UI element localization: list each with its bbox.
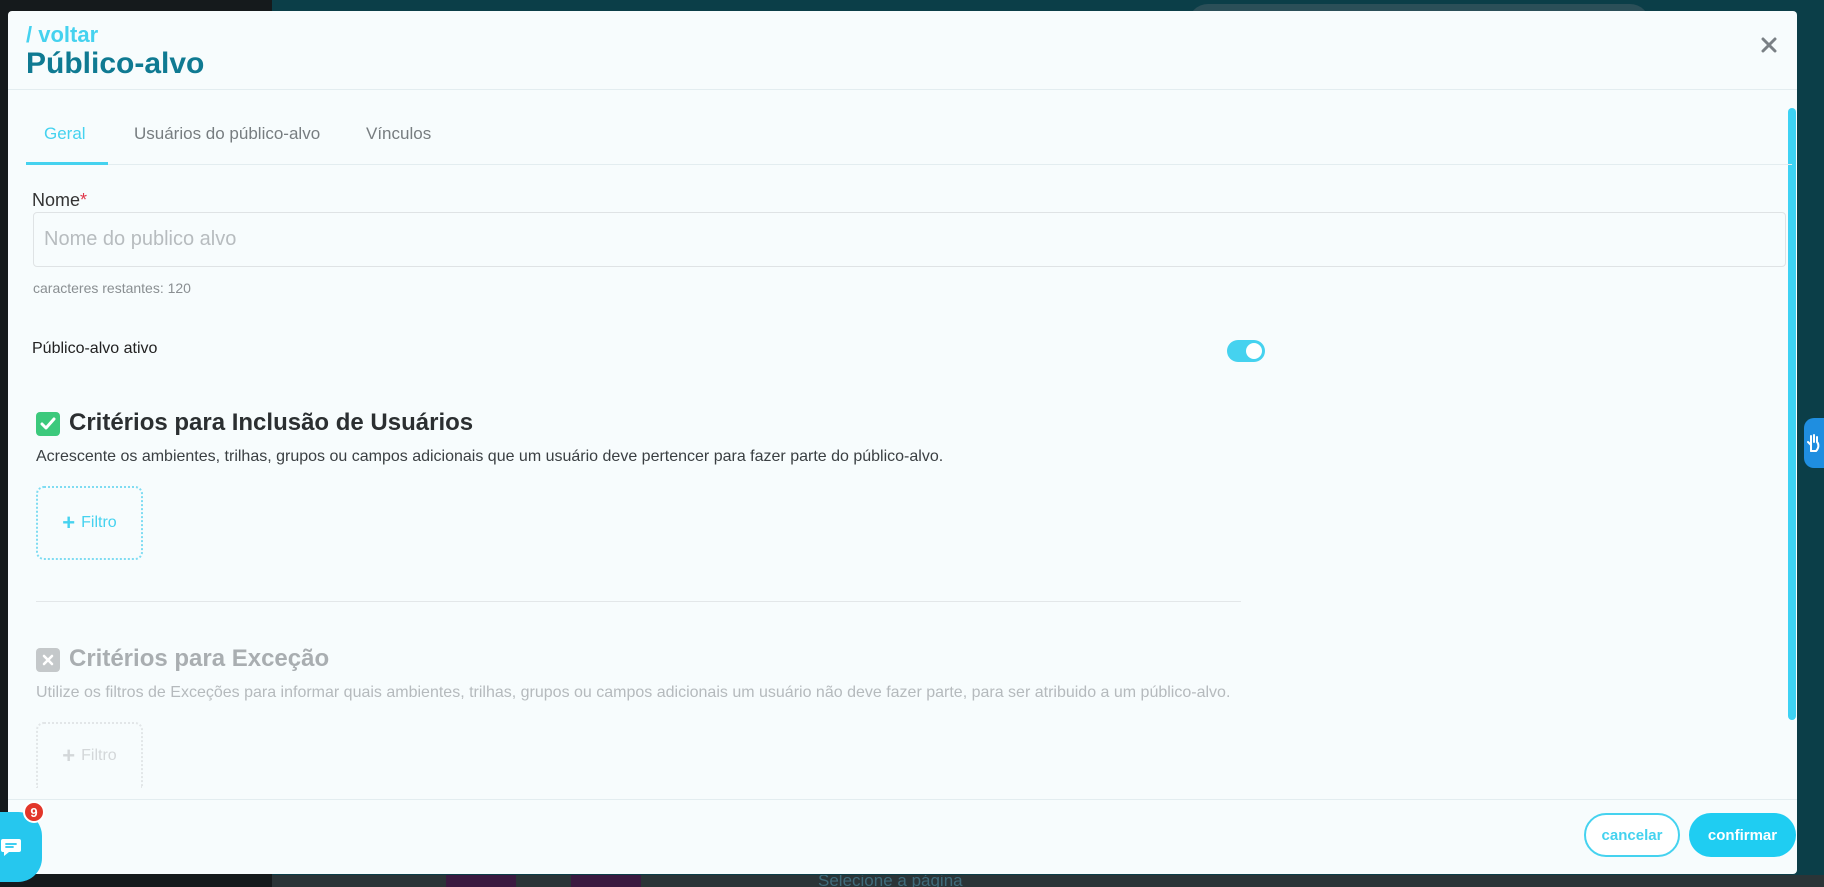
active-toggle-label: Público-alvo ativo — [32, 340, 158, 357]
confirm-button[interactable]: confirmar — [1689, 813, 1796, 857]
required-mark: * — [80, 190, 88, 210]
inclusion-add-filter-button[interactable]: + Filtro — [36, 486, 143, 560]
active-toggle[interactable] — [1227, 340, 1265, 362]
tab-geral[interactable]: Geral — [26, 114, 108, 165]
close-icon — [1761, 37, 1777, 53]
modal-scrollbar[interactable] — [1788, 108, 1796, 720]
plus-icon: + — [62, 743, 76, 768]
plus-icon: + — [62, 510, 76, 535]
tab-vinculos[interactable]: Vínculos — [366, 114, 431, 165]
inclusion-checkbox[interactable] — [36, 412, 60, 436]
modal-header: / voltar Público-alvo — [8, 11, 1797, 90]
check-icon — [40, 417, 56, 430]
chat-icon — [1, 839, 21, 856]
x-icon — [42, 654, 54, 666]
background-thumbnail — [446, 875, 516, 887]
background-thumbnail — [571, 875, 641, 887]
section-divider — [36, 601, 1241, 602]
exception-description: Utilize os filtros de Exceções para info… — [36, 684, 1231, 701]
inclusion-description: Acrescente os ambientes, trilhas, grupos… — [36, 448, 944, 465]
hand-sign-icon — [1807, 434, 1820, 452]
exception-checkbox[interactable] — [36, 648, 60, 672]
exception-title: Critérios para Exceção — [69, 645, 330, 672]
modal-footer-divider — [8, 799, 1797, 800]
toggle-knob — [1246, 343, 1262, 359]
accessibility-widget-button[interactable] — [1804, 418, 1824, 468]
name-label-text: Nome — [32, 190, 81, 210]
cancel-button[interactable]: cancelar — [1584, 813, 1680, 857]
tab-usuarios-do-publico-alvo[interactable]: Usuários do público-alvo — [134, 114, 320, 165]
close-button[interactable] — [1753, 29, 1785, 61]
exception-add-filter-button[interactable]: + Filtro — [36, 722, 143, 788]
page-title: Público-alvo — [26, 47, 205, 80]
background-page-text: Selecione a página — [818, 875, 963, 887]
filter-label: Filtro — [81, 747, 117, 764]
name-field-label: Nome* — [32, 190, 87, 211]
chat-notification-badge: 9 — [23, 801, 45, 823]
tab-bar: Geral Usuários do público-alvo Vínculos — [26, 114, 1792, 165]
name-input[interactable] — [33, 212, 1786, 267]
filter-label: Filtro — [81, 514, 117, 531]
publico-alvo-modal: / voltar Público-alvo Geral Usuários do … — [8, 11, 1797, 874]
back-link[interactable]: / voltar — [26, 22, 98, 48]
remaining-characters: caracteres restantes: 120 — [33, 280, 191, 296]
inclusion-title: Critérios para Inclusão de Usuários — [69, 409, 474, 436]
